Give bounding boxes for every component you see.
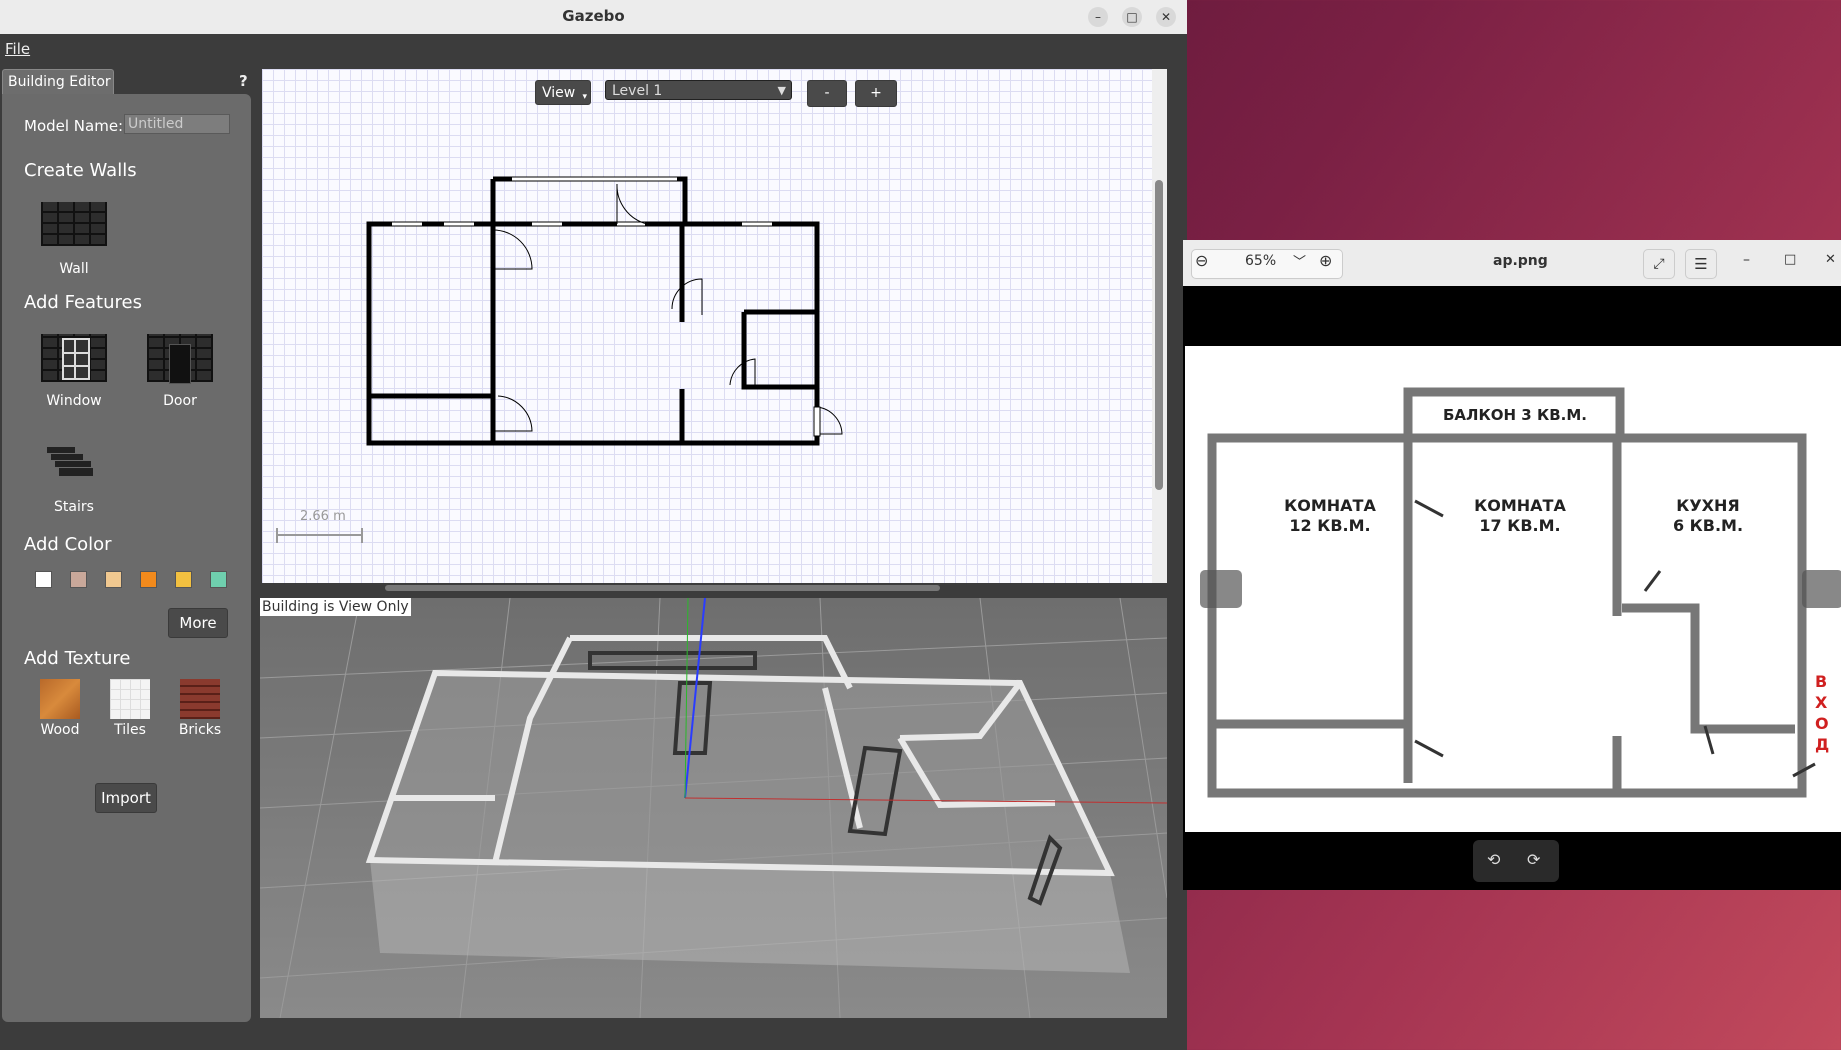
import-button[interactable]: Import	[95, 783, 157, 813]
tiles-texture-icon[interactable]	[110, 679, 150, 719]
window-label: Window	[46, 393, 102, 409]
door-icon[interactable]	[147, 334, 213, 384]
stairs-label: Stairs	[54, 499, 94, 515]
previous-image-button[interactable]	[1200, 570, 1242, 608]
chevron-down-icon[interactable]: ﹀	[1293, 251, 1306, 270]
add-color-heading: Add Color	[24, 534, 112, 555]
room-12: КОМНАТА 12 КВ.М.	[1265, 496, 1395, 536]
minimize-button[interactable]: –	[1088, 7, 1108, 27]
rotate-controls: ⟲ ⟳	[1473, 840, 1559, 882]
bricks-texture-icon[interactable]	[180, 679, 220, 719]
rotate-left-icon[interactable]: ⟲	[1487, 850, 1500, 869]
next-image-button[interactable]	[1802, 570, 1841, 608]
floor-plan-editor[interactable]: View ▾ Level 1 ▼ - + 2.66 m	[262, 69, 1167, 583]
zoom-in-icon[interactable]: ⊕	[1319, 251, 1332, 270]
more-colors-button[interactable]: More	[168, 608, 228, 638]
help-button[interactable]: ?	[239, 72, 248, 90]
minimize-icon[interactable]: –	[1743, 252, 1750, 268]
entrance-label: В Х О Д	[1815, 672, 1830, 754]
color-swatch-teal[interactable]	[210, 571, 227, 588]
maximize-icon[interactable]: □	[1784, 252, 1796, 267]
room-kitchen: КУХНЯ 6 КВ.М.	[1648, 496, 1768, 536]
bricks-label: Bricks	[178, 722, 222, 738]
kitchen-name: КУХНЯ	[1676, 496, 1740, 515]
menu-icon[interactable]: ☰	[1685, 249, 1717, 279]
3d-view[interactable]	[260, 598, 1167, 1018]
stairs-icon[interactable]	[47, 447, 93, 479]
image-viewer-header: ⊖ 65% ﹀ ⊕ ap.png ⤢ ☰ – □ ✕	[1183, 240, 1841, 286]
add-features-heading: Add Features	[24, 292, 142, 313]
rotate-right-icon[interactable]: ⟳	[1527, 850, 1540, 869]
window-title: Gazebo	[562, 7, 625, 25]
room-balcony: БАЛКОН 3 КВ.М.	[1443, 406, 1587, 424]
color-swatch-rose[interactable]	[70, 571, 87, 588]
color-swatch-yellow[interactable]	[175, 571, 192, 588]
add-texture-heading: Add Texture	[24, 648, 131, 669]
zoom-level[interactable]: 65%	[1245, 253, 1276, 269]
building-editor-panel: Model Name: Create Walls Wall Add Featur…	[2, 94, 251, 1022]
room-17-area: 17 КВ.М.	[1479, 516, 1561, 535]
fullscreen-icon[interactable]: ⤢	[1643, 249, 1675, 279]
floor-plan-drawing	[276, 176, 843, 543]
zoom-out-icon[interactable]: ⊖	[1195, 251, 1208, 270]
window-icon[interactable]	[41, 334, 107, 382]
menu-file[interactable]: File	[5, 40, 30, 58]
close-icon[interactable]: ✕	[1825, 252, 1836, 267]
kitchen-area: 6 КВ.М.	[1672, 516, 1744, 535]
floor-plan-image: БАЛКОН 3 КВ.М. КОМНАТА 12 КВ.М. КОМНАТА …	[1185, 346, 1841, 832]
3d-scene	[260, 598, 1167, 1018]
room-12-area: 12 КВ.М.	[1289, 516, 1371, 535]
editor-vertical-scroll-thumb[interactable]	[1155, 180, 1163, 490]
room-12-name: КОМНАТА	[1284, 496, 1376, 515]
tab-building-editor[interactable]: Building Editor	[2, 69, 114, 95]
color-swatch-peach[interactable]	[105, 571, 122, 588]
model-name-field[interactable]	[124, 114, 230, 134]
wood-texture-icon[interactable]	[40, 679, 80, 719]
room-17: КОМНАТА 17 КВ.М.	[1455, 496, 1585, 536]
door-label: Door	[163, 393, 197, 409]
title-bar: Gazebo – □ ✕	[0, 0, 1187, 35]
image-title: ap.png	[1493, 253, 1548, 269]
room-17-name: КОМНАТА	[1474, 496, 1566, 515]
wall-label: Wall	[59, 261, 89, 277]
wall-icon[interactable]	[41, 202, 107, 246]
model-name-label: Model Name:	[24, 117, 124, 135]
view-only-notice: Building is View Only	[260, 598, 411, 616]
close-button[interactable]: ✕	[1156, 7, 1176, 27]
editor-horizontal-scroll-thumb[interactable]	[385, 585, 940, 591]
tab-label: Building Editor	[8, 74, 111, 90]
color-swatch-orange[interactable]	[140, 571, 157, 588]
scale-label: 2.66 m	[300, 509, 346, 524]
menu-bar: File	[0, 34, 1187, 64]
create-walls-heading: Create Walls	[24, 160, 137, 181]
wood-label: Wood	[40, 722, 80, 738]
color-swatch-white[interactable]	[35, 571, 52, 588]
tiles-label: Tiles	[114, 722, 146, 738]
maximize-button[interactable]: □	[1122, 7, 1142, 27]
